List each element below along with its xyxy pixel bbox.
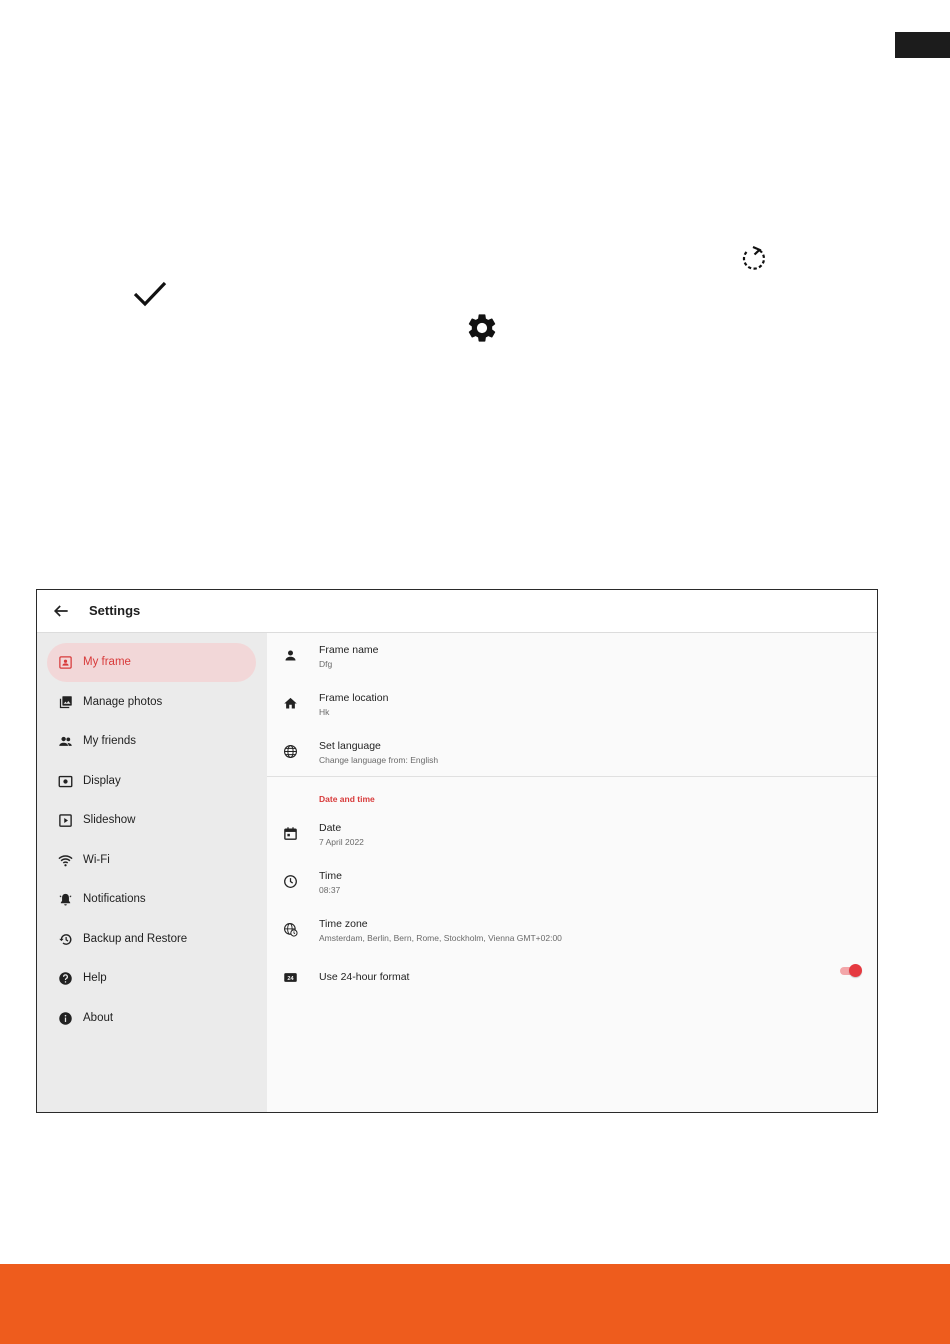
- bell-icon: [59, 893, 72, 906]
- 24h-icon: 24: [284, 973, 297, 982]
- calendar-icon: [284, 827, 297, 840]
- setting-24-hour-format[interactable]: 24 Use 24-hour format: [267, 955, 877, 1001]
- 24-hour-toggle[interactable]: [840, 964, 862, 978]
- help-icon: [59, 972, 72, 985]
- sidebar-item-label: Wi-Fi: [83, 854, 110, 866]
- sidebar-item-label: About: [83, 1012, 114, 1024]
- contact-card-icon: [59, 656, 72, 669]
- sidebar-item-display[interactable]: Display: [47, 762, 256, 801]
- sidebar-item-notifications[interactable]: Notifications: [47, 880, 256, 919]
- sidebar-item-label: Backup and Restore: [83, 933, 188, 945]
- globe-clock-icon: [284, 923, 298, 937]
- sidebar-item-backup-restore[interactable]: Backup and Restore: [47, 920, 256, 959]
- sidebar-item-wifi[interactable]: Wi-Fi: [47, 841, 256, 880]
- setting-language[interactable]: Set language Change language from: Engli…: [267, 729, 877, 775]
- info-icon: [59, 1012, 72, 1025]
- bottom-color-bar: [0, 1264, 950, 1344]
- setting-value: Amsterdam, Berlin, Bern, Rome, Stockholm…: [319, 933, 562, 943]
- setting-time-zone[interactable]: Time zone Amsterdam, Berlin, Bern, Rome,…: [267, 907, 877, 953]
- sidebar-item-label: My frame: [83, 656, 131, 668]
- sidebar: My frame Manage photos My friends Displa…: [37, 633, 267, 1112]
- globe-icon: [284, 745, 297, 758]
- setting-title: Frame location: [319, 692, 389, 704]
- setting-date[interactable]: Date 7 April 2022: [267, 811, 877, 857]
- sidebar-item-help[interactable]: Help: [47, 959, 256, 998]
- home-icon: [284, 697, 297, 709]
- setting-value: Change language from: English: [319, 755, 439, 765]
- gear-icon: [468, 314, 496, 342]
- sidebar-item-my-frame[interactable]: My frame: [47, 643, 256, 682]
- sidebar-item-label: My friends: [83, 735, 137, 747]
- section-header-date-time: Date and time: [319, 794, 375, 804]
- sidebar-item-label: Help: [83, 972, 107, 984]
- back-arrow-icon[interactable]: [51, 601, 71, 621]
- photo-library-icon: [59, 696, 72, 709]
- setting-frame-location[interactable]: Frame location Hk: [267, 681, 877, 727]
- toggle-thumb: [849, 964, 862, 977]
- page-title: Settings: [89, 603, 141, 618]
- sidebar-item-about[interactable]: About: [47, 999, 256, 1038]
- checkmark-icon: [133, 281, 167, 307]
- sidebar-item-slideshow[interactable]: Slideshow: [47, 801, 256, 840]
- setting-title: Set language: [319, 740, 381, 752]
- sidebar-item-manage-photos[interactable]: Manage photos: [47, 683, 256, 722]
- setting-value: Dfg: [319, 659, 333, 669]
- sidebar-item-my-friends[interactable]: My friends: [47, 722, 256, 761]
- sidebar-item-label: Manage photos: [83, 696, 163, 708]
- person-icon: [285, 650, 296, 661]
- setting-title: Time: [319, 870, 342, 882]
- section-divider: [267, 776, 877, 777]
- setting-title: Time zone: [319, 918, 368, 930]
- app-bar: Settings: [37, 590, 877, 633]
- setting-title: Date: [319, 822, 342, 834]
- sidebar-item-label: Slideshow: [83, 814, 136, 826]
- sidebar-item-label: Notifications: [83, 893, 146, 905]
- refresh-icon: [742, 245, 766, 270]
- clock-icon: [284, 875, 297, 888]
- setting-time[interactable]: Time 08:37: [267, 859, 877, 905]
- setting-value: 7 April 2022: [319, 837, 364, 847]
- settings-content: Frame name Dfg Frame location Hk Set lan…: [267, 633, 877, 1112]
- setting-value: 08:37: [319, 885, 341, 895]
- restore-icon: [59, 934, 72, 945]
- setting-frame-name[interactable]: Frame name Dfg: [267, 633, 877, 679]
- display-brightness-icon: [58, 775, 73, 788]
- setting-value: Hk: [319, 707, 330, 717]
- sidebar-item-label: Display: [83, 775, 121, 787]
- svg-text:24: 24: [287, 976, 294, 982]
- setting-title: Frame name: [319, 644, 379, 656]
- slideshow-icon: [59, 814, 72, 827]
- page-corner-tab: [895, 32, 950, 58]
- wifi-icon: [58, 855, 73, 867]
- people-icon: [59, 736, 72, 746]
- setting-title: Use 24-hour format: [319, 971, 410, 983]
- settings-screenshot: Settings My frame Manage photos My frien…: [36, 589, 878, 1113]
